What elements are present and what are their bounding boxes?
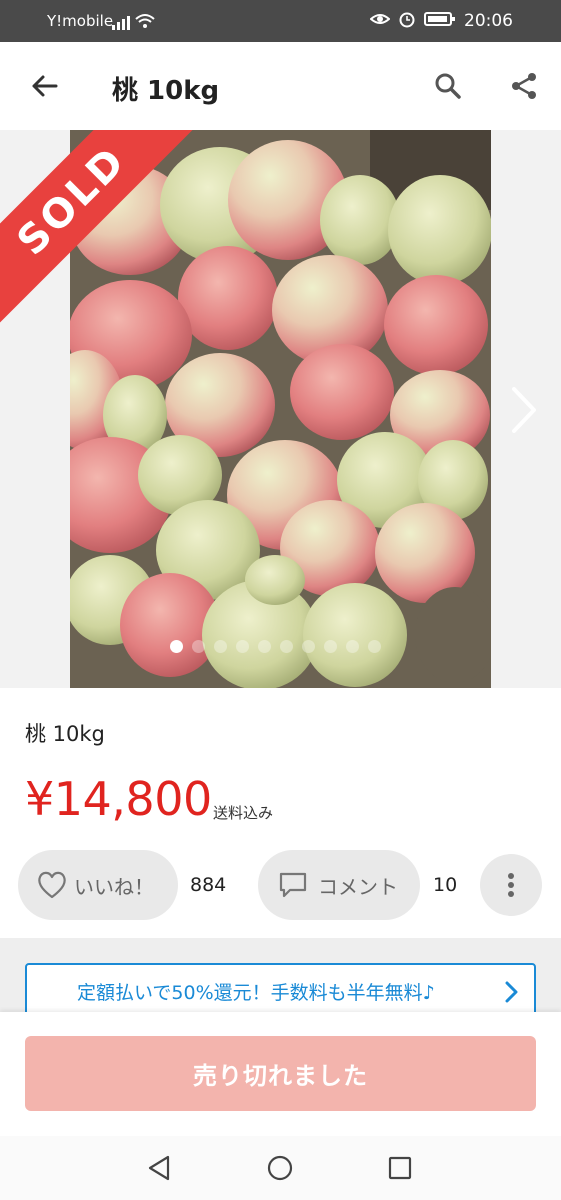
chevron-right-icon (505, 981, 518, 1003)
nav-back-button[interactable] (146, 1154, 174, 1186)
pager-dot[interactable] (214, 640, 227, 653)
pager-dot[interactable] (324, 640, 337, 653)
more-vertical-icon (508, 873, 514, 897)
pager-dot[interactable] (258, 640, 271, 653)
comment-label: コメント (318, 874, 398, 899)
image-pager-dots (170, 640, 381, 653)
promo-banner[interactable]: 定額払いで50%還元！手数料も半年無料♪ (25, 963, 536, 1019)
carrier-label: Y!mobile (47, 12, 114, 30)
system-nav-bar (0, 1136, 561, 1200)
pager-dot[interactable] (280, 640, 293, 653)
promo-text: 定額払いで50%還元！手数料も半年無料♪ (77, 981, 435, 1004)
more-options-button[interactable] (480, 854, 542, 916)
alarm-icon (398, 10, 416, 32)
shipping-label: 送料込み (213, 804, 274, 822)
search-button[interactable] (426, 66, 470, 106)
like-count: 884 (190, 874, 227, 896)
item-name: 桃 10kg (25, 722, 105, 746)
like-button[interactable]: いいね！ (18, 850, 178, 920)
square-recents-icon (388, 1156, 412, 1180)
purchase-bar: 売り切れました (0, 1012, 561, 1136)
pager-dot[interactable] (346, 640, 359, 653)
clock-time: 20:06 (464, 11, 513, 31)
like-label: いいね！ (74, 874, 154, 899)
next-image-button[interactable] (503, 382, 543, 438)
action-row: いいね！ 884 コメント 10 (0, 850, 561, 920)
share-button[interactable] (502, 66, 546, 106)
comment-count: 10 (433, 874, 458, 896)
pager-dot[interactable] (302, 640, 315, 653)
pager-dot[interactable] (368, 640, 381, 653)
pager-dot[interactable] (170, 640, 183, 653)
item-price: ¥14,800 (25, 772, 212, 826)
heart-icon (38, 871, 66, 899)
page-title: 桃 10kg (112, 76, 220, 106)
product-photo (70, 130, 491, 688)
comment-button[interactable]: コメント (258, 850, 420, 920)
product-image-gallery[interactable]: SOLD (0, 130, 561, 688)
battery-icon (424, 11, 456, 31)
pager-dot[interactable] (192, 640, 205, 653)
chevron-right-icon (512, 387, 536, 433)
sold-out-button[interactable]: 売り切れました (25, 1036, 536, 1111)
nav-home-button[interactable] (266, 1154, 294, 1186)
triangle-back-icon (148, 1155, 170, 1181)
circle-home-icon (267, 1155, 293, 1181)
pager-dot[interactable] (236, 640, 249, 653)
back-button[interactable] (22, 66, 66, 106)
app-header: 桃 10kg (0, 42, 561, 130)
comment-icon (279, 872, 307, 898)
status-bar: Y!mobile 20:06 (0, 0, 561, 42)
nav-recents-button[interactable] (386, 1154, 414, 1186)
search-icon (435, 73, 461, 99)
signal-wifi-icon (112, 13, 156, 35)
arrow-left-icon (32, 75, 58, 97)
eye-icon (369, 11, 391, 31)
share-icon (512, 73, 536, 99)
